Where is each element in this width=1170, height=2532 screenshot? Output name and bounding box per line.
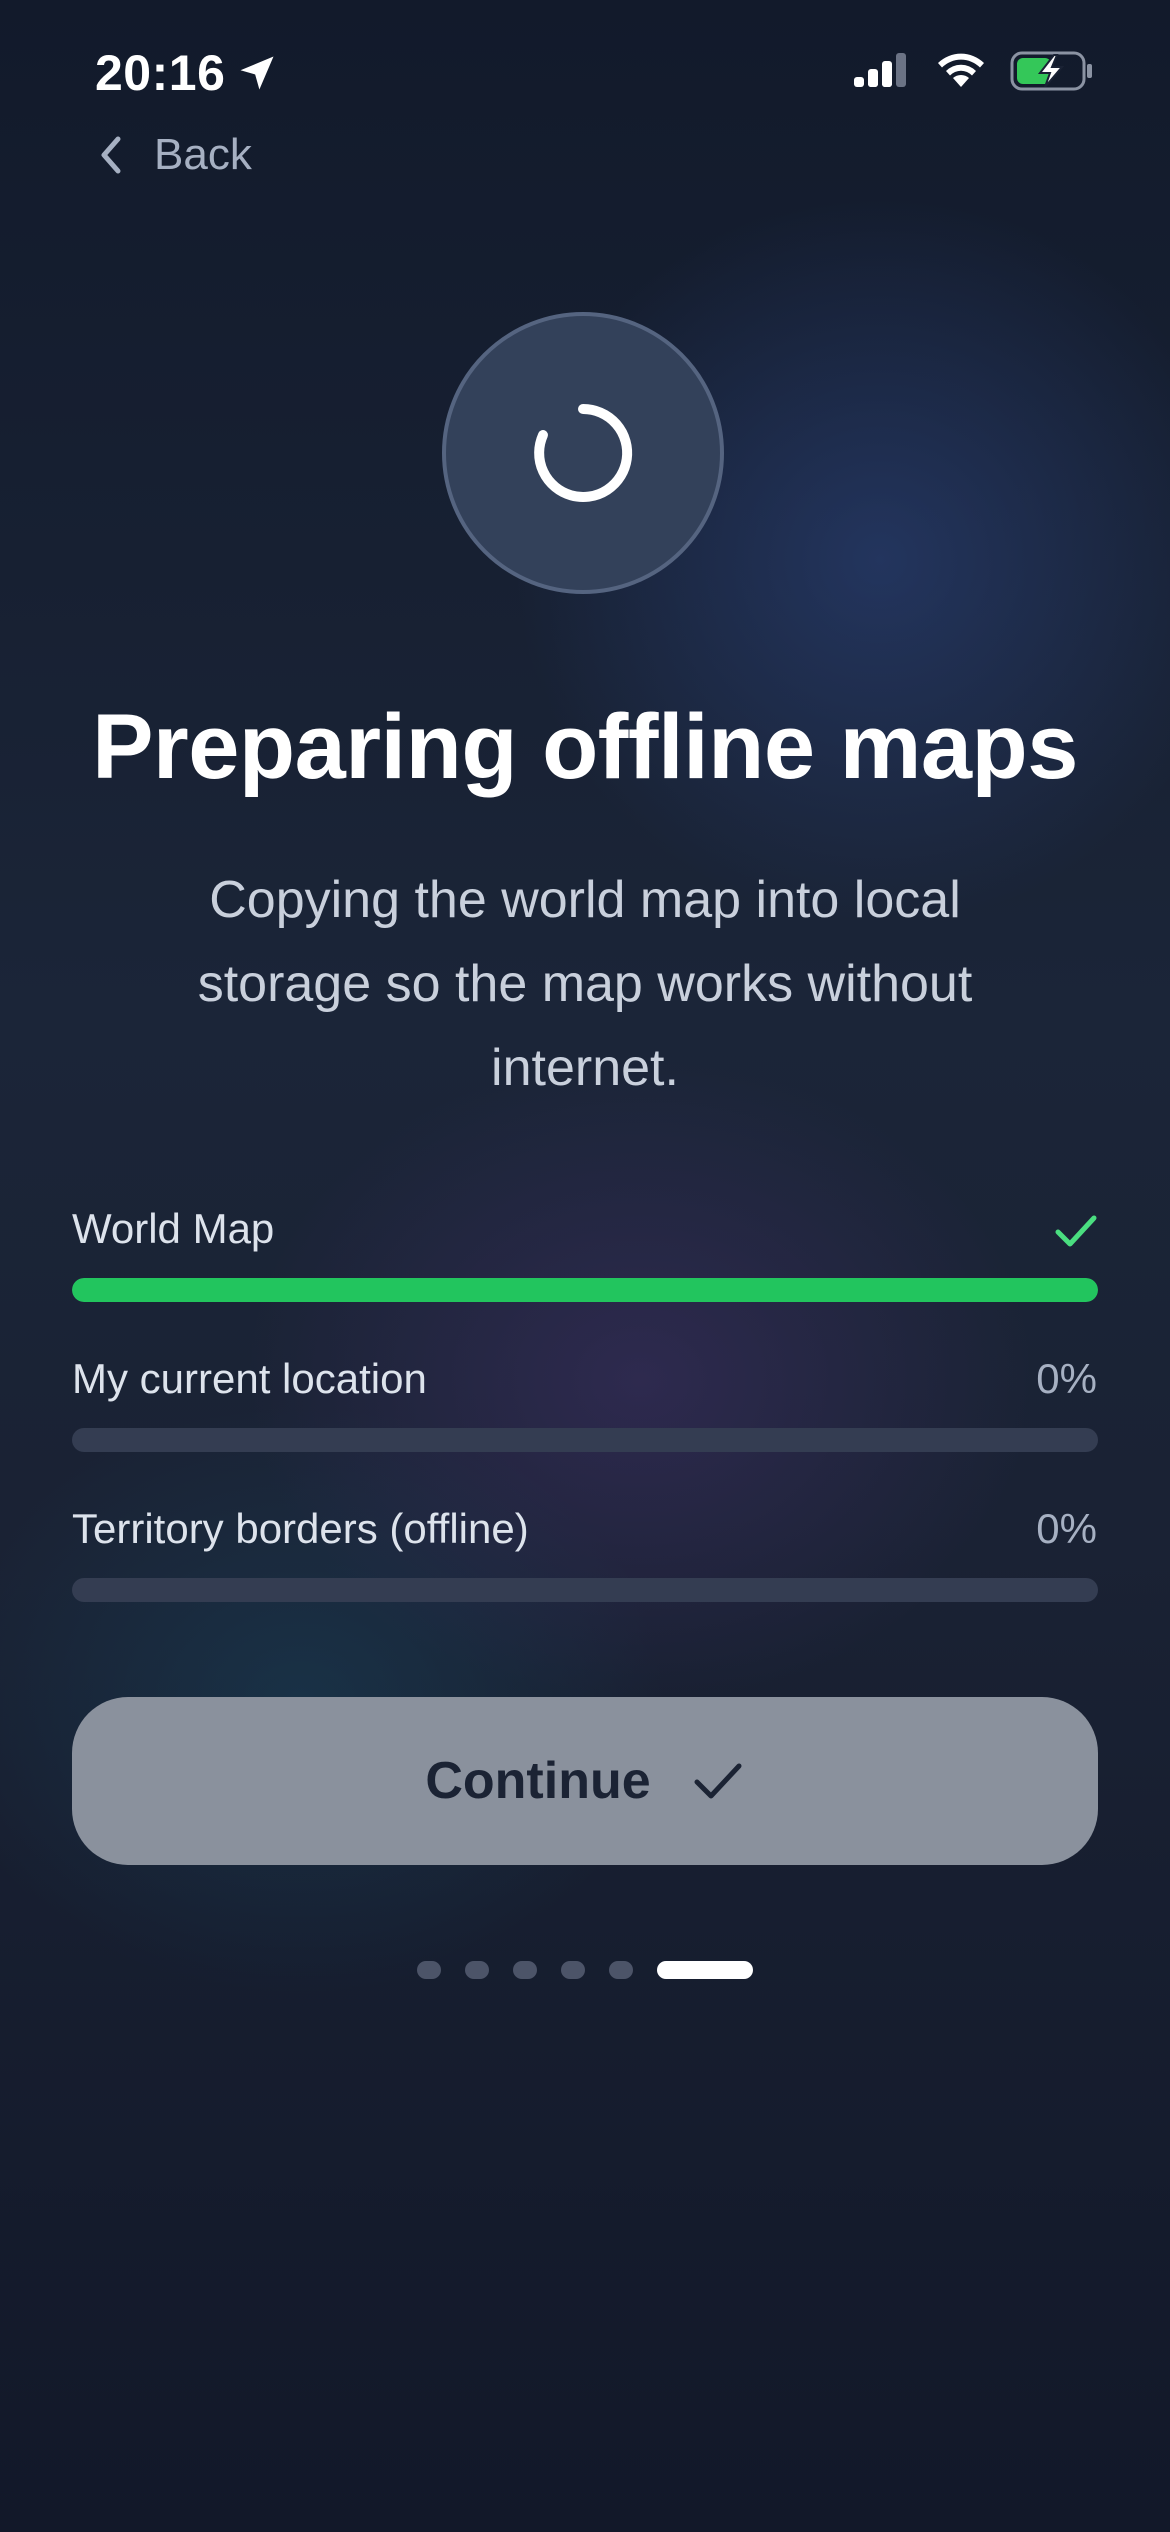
battery-charging-icon — [1010, 51, 1092, 91]
signal-icon — [854, 53, 906, 87]
checkmark-icon — [694, 1763, 742, 1799]
page-indicator — [0, 1961, 1170, 1979]
page-subtitle: Copying the world map into local storage… — [120, 858, 1050, 1110]
chevron-left-icon — [101, 136, 121, 174]
page-dot — [513, 1961, 537, 1979]
checkmark-icon — [1055, 1215, 1097, 1247]
progress-bar-current-location — [72, 1428, 1098, 1452]
progress-fill — [72, 1278, 1098, 1302]
wifi-icon — [938, 53, 984, 87]
page-dot-active — [657, 1961, 753, 1979]
loading-indicator — [442, 312, 724, 594]
page-dot — [561, 1961, 585, 1979]
status-bar-icons — [852, 50, 1094, 92]
loading-spinner-icon — [534, 403, 633, 502]
progress-label-territory-borders: Territory borders (offline) — [72, 1505, 529, 1552]
location-arrow-icon — [240, 56, 274, 90]
subtitle-line: storage so the map works without — [197, 955, 973, 1013]
progress-label-world-map: World Map — [72, 1205, 275, 1252]
page-dot — [417, 1961, 441, 1979]
subtitle-line: Copying the world map into local — [209, 871, 961, 929]
status-bar-time: 20:16 — [95, 44, 279, 102]
progress-bar-territory-borders — [72, 1578, 1098, 1602]
progress-value-territory-borders: 0% — [1036, 1505, 1097, 1552]
continue-label: Continue — [425, 1752, 651, 1810]
subtitle-line: internet. — [491, 1039, 679, 1097]
progress-label-current-location: My current location — [72, 1355, 427, 1402]
back-button[interactable]: Back — [96, 130, 252, 180]
page-title: Preparing offline maps — [92, 696, 1078, 798]
continue-button[interactable]: Continue — [72, 1697, 1098, 1865]
page-dot — [465, 1961, 489, 1979]
back-label: Back — [154, 130, 252, 179]
progress-bar-world-map — [72, 1278, 1098, 1302]
page-dot — [609, 1961, 633, 1979]
status-time-text: 20:16 — [95, 45, 226, 101]
progress-value-current-location: 0% — [1036, 1355, 1097, 1402]
